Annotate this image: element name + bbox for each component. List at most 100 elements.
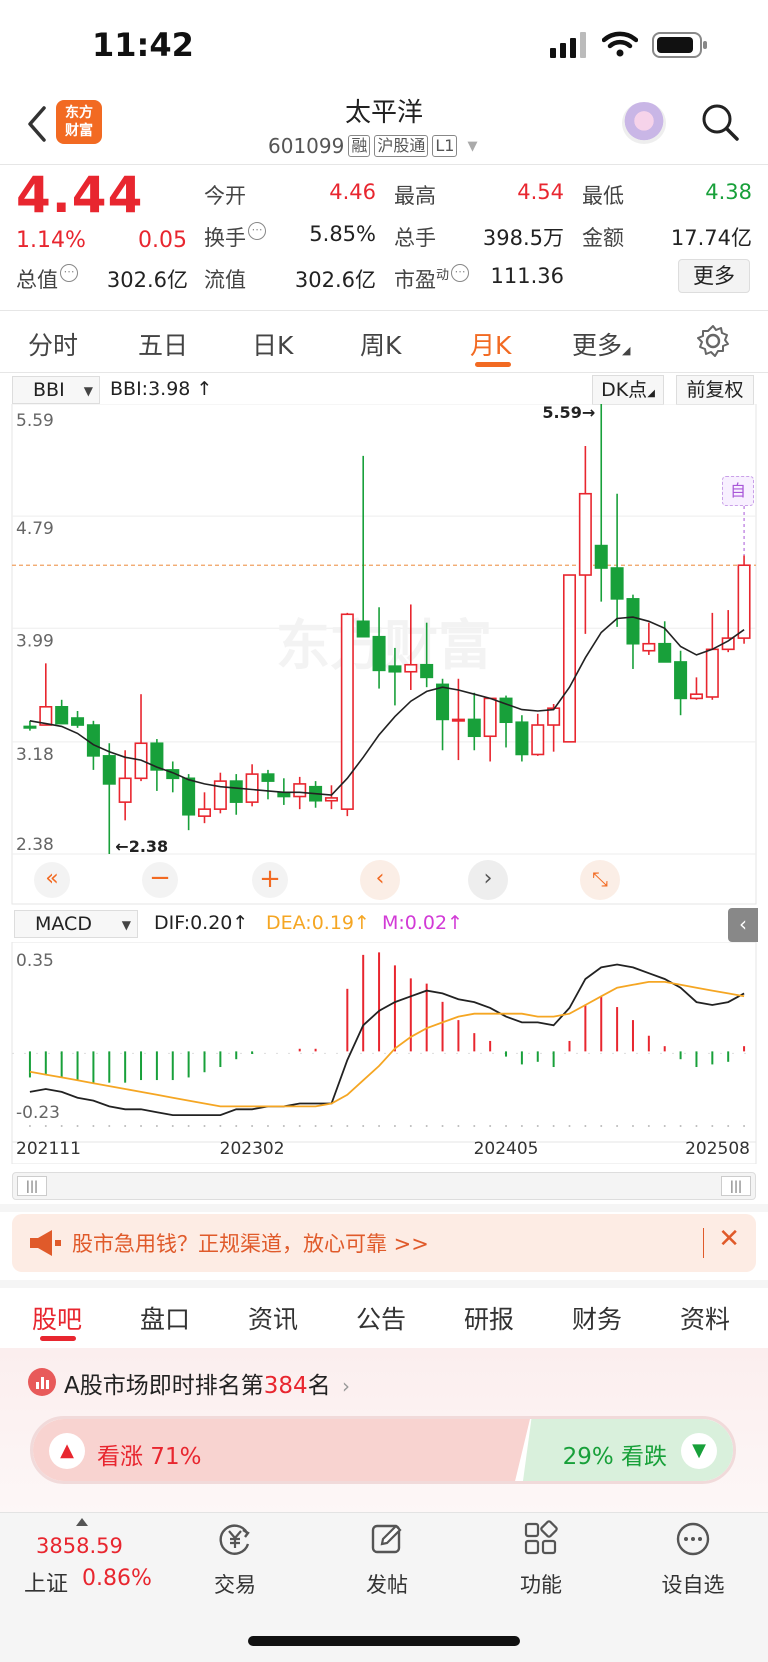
collapse-panel-icon[interactable]: ‹ [728, 908, 758, 942]
x-tick [124, 1125, 127, 1127]
info-icon[interactable]: ⋯ [248, 222, 266, 240]
market-rank[interactable]: A股市场即时排名第384名 › [64, 1366, 350, 1400]
range-handle-left[interactable]: ||| [17, 1176, 47, 1196]
range-handle-right[interactable]: ||| [721, 1176, 751, 1196]
nav-add-watchlist[interactable]: 设自选 [638, 1520, 748, 1599]
more-quote-button[interactable]: 更多 [678, 259, 750, 293]
tab-intraday[interactable]: 分时 [28, 326, 78, 362]
promo-banner[interactable]: 股市急用钱？正规渠道，放心可靠 >> ✕ [12, 1214, 756, 1272]
rewind-icon[interactable]: « [34, 862, 70, 898]
dk-point-label: DK点 [601, 379, 648, 401]
x-tick [171, 1125, 174, 1127]
label-pe-text: 市盈 [394, 268, 436, 292]
y-tick-label: 0.35 [16, 951, 54, 971]
tab-five-day[interactable]: 五日 [138, 326, 188, 362]
dk-point-button[interactable]: DK点◢ [592, 375, 664, 405]
chevron-right-icon[interactable]: › [468, 860, 508, 900]
tab-research[interactable]: 研报 [464, 1300, 514, 1336]
candle-body [23, 725, 37, 729]
chart-range-scrollbar[interactable]: ||| ||| [12, 1172, 756, 1200]
tab-finance[interactable]: 财务 [572, 1300, 622, 1336]
main-indicator-select[interactable]: BBI ▼ [12, 376, 100, 404]
dif-value: DIF:0.20↑ [154, 912, 248, 934]
chevron-left-icon[interactable]: ‹ [360, 860, 400, 900]
stock-code-row[interactable]: 601099 融 沪股通 L1 ▼ [268, 134, 477, 158]
x-tick [489, 1125, 492, 1127]
auto-draw-button[interactable]: 自 [722, 476, 754, 506]
caret-icon: ◢ [647, 388, 655, 399]
candle-body [420, 663, 434, 679]
candle-body [610, 567, 624, 600]
x-tick [92, 1125, 95, 1127]
tab-more-label: 更多 [572, 331, 623, 360]
edit-icon [371, 1524, 402, 1554]
x-tick [266, 1125, 269, 1127]
x-tick [282, 1125, 285, 1127]
zoom-in-icon[interactable]: + [252, 862, 288, 898]
candle-body [436, 683, 450, 721]
fullscreen-icon[interactable]: ⤡ [580, 860, 620, 900]
info-icon[interactable]: ⋯ [60, 264, 78, 282]
current-price: 4.44 [16, 166, 144, 224]
label-open: 今开 [204, 184, 246, 208]
candle-body [658, 642, 672, 663]
m-value: M:0.02↑ [382, 912, 463, 934]
candle-body [388, 665, 402, 673]
value-low: 4.38 [705, 180, 752, 204]
sub-indicator-select[interactable]: MACD ▼ [14, 910, 138, 938]
value-market-cap: 302.6亿 [106, 268, 188, 292]
tab-monthly-k[interactable]: 月K [470, 326, 511, 362]
x-tick [44, 1125, 47, 1127]
rank-number: 384 [263, 1373, 308, 1399]
nav-post[interactable]: 发帖 [332, 1520, 442, 1599]
x-tick [647, 1125, 650, 1127]
x-tick [584, 1125, 587, 1127]
nav-functions[interactable]: 功能 [486, 1520, 596, 1599]
triangle-up-icon[interactable]: ▲ [49, 1433, 85, 1469]
candle-body [594, 544, 608, 569]
candlestick-chart[interactable]: 5.594.793.993.182.38东方财富5.59→←2.38 [0, 404, 768, 906]
zoom-out-icon[interactable]: − [142, 862, 178, 898]
x-tick-label: 202111 [16, 1139, 81, 1159]
candle-body [737, 564, 751, 639]
nav-trade[interactable]: 交易 [180, 1520, 290, 1599]
x-tick [616, 1125, 619, 1127]
index-change[interactable]: 0.86% [82, 1566, 152, 1591]
search-icon[interactable] [700, 102, 740, 142]
nav-add-watchlist-label: 设自选 [661, 1573, 725, 1597]
bear-label[interactable]: 29% 看跌 [563, 1437, 667, 1471]
x-tick [711, 1125, 714, 1127]
max-price-label: 5.59→ [542, 404, 595, 422]
tab-pankou[interactable]: 盘口 [140, 1300, 190, 1336]
index-value[interactable]: 3858.59 [36, 1534, 123, 1558]
y-tick-label: 5.59 [16, 411, 54, 431]
x-tick [743, 1125, 746, 1127]
forward-adjust-button[interactable]: 前复权 [676, 375, 754, 405]
tab-weekly-k[interactable]: 周K [360, 326, 401, 362]
tab-profile[interactable]: 资料 [680, 1300, 730, 1336]
info-icon[interactable]: ⋯ [451, 264, 470, 282]
tab-guba[interactable]: 股吧 [32, 1300, 82, 1336]
tab-more-periods[interactable]: 更多◢ [572, 326, 630, 362]
close-icon[interactable]: ✕ [718, 1224, 740, 1254]
x-tick [552, 1125, 555, 1127]
robot-assistant-icon[interactable] [622, 102, 666, 144]
bull-bear-vote[interactable]: ▲ 看涨 71% 29% 看跌 ▼ [30, 1416, 736, 1484]
tab-news[interactable]: 资讯 [248, 1300, 298, 1336]
macd-chart[interactable]: 0.35 -0.23 202111 202302 202405 202508 [0, 942, 768, 1164]
triangle-down-icon[interactable]: ▼ [681, 1433, 717, 1469]
tab-daily-k[interactable]: 日K [252, 326, 293, 362]
index-name[interactable]: 上证 [24, 1566, 68, 1598]
x-tick-label: 202302 [220, 1139, 285, 1159]
x-tick [155, 1125, 158, 1127]
tab-announcements[interactable]: 公告 [356, 1300, 406, 1336]
candle-body [197, 808, 212, 817]
candle-body [372, 635, 386, 672]
y-tick-label: 2.38 [16, 835, 54, 855]
settings-gear-icon[interactable] [696, 324, 730, 358]
bbi-value-text: BBI:3.98 [110, 378, 191, 400]
x-tick [378, 1125, 381, 1127]
up-arrow-icon: ↑ [354, 912, 370, 934]
x-tick [362, 1125, 365, 1127]
bull-label[interactable]: 看涨 71% [97, 1437, 201, 1471]
